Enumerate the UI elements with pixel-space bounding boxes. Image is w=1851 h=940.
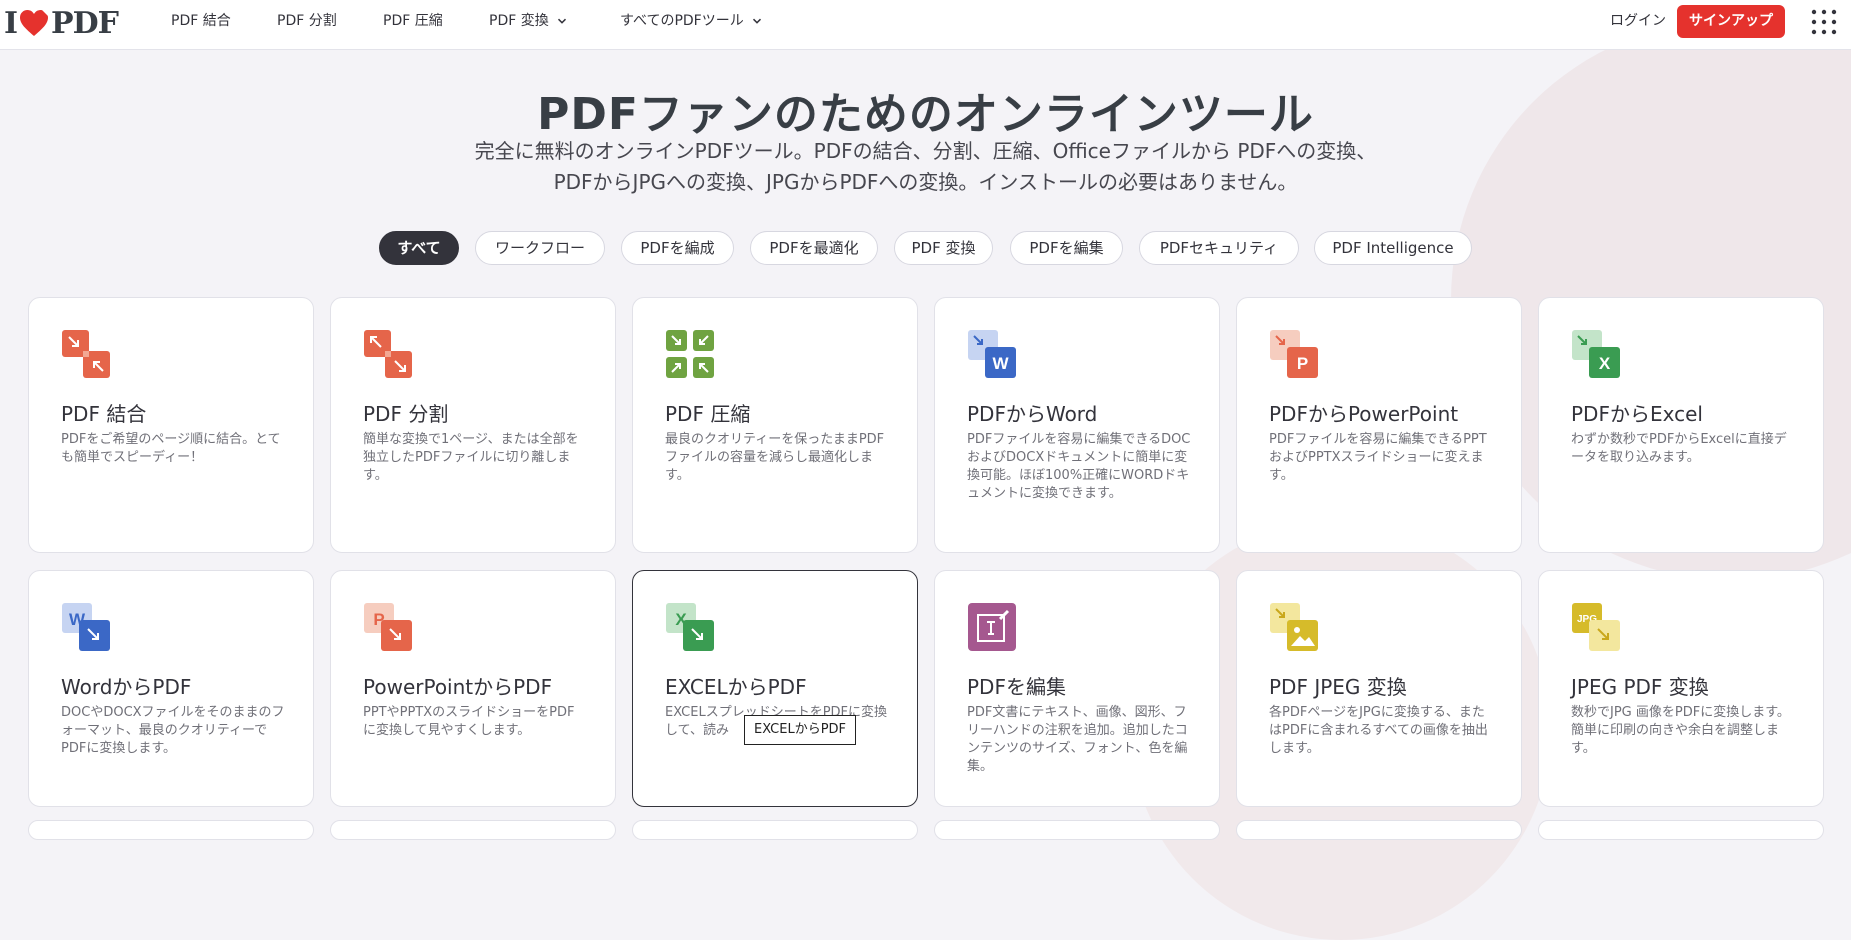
edit-pdf-icon [968, 603, 1016, 651]
nav-label: PDF 変換 [489, 13, 549, 29]
ilovepdf-logo[interactable]: I PDF [4, 5, 119, 41]
tool-title: EXCELからPDF [665, 675, 807, 699]
filter-edit-pdf[interactable]: PDFを編集 [1010, 231, 1123, 265]
logo-letter-i: I [4, 5, 18, 41]
nav-convert-pdf[interactable]: PDF 変換 [489, 0, 567, 42]
filter-pdf-security[interactable]: PDFセキュリティ [1139, 231, 1299, 265]
merge-pdf-icon [62, 330, 110, 378]
tool-card-jpg-to-pdf[interactable]: JPG JPEG PDF 変換 数秒でJPG 画像をPDFに変換します。簡単に印… [1538, 570, 1824, 807]
excel-letter: X [1599, 354, 1611, 373]
pdf-to-excel-icon: X [1572, 330, 1620, 378]
filter-organize-pdf[interactable]: PDFを編成 [621, 231, 734, 265]
tool-card-pdf-to-word[interactable]: W PDFからWord PDFファイルを容易に編集できるDOCおよびDOCXドキ… [934, 297, 1220, 553]
chevron-down-icon [557, 18, 566, 24]
filter-pdf-intelligence[interactable]: PDF Intelligence [1314, 231, 1472, 265]
nav-label: PDF 圧縮 [383, 13, 443, 29]
apps-grid-icon[interactable] [1810, 8, 1838, 36]
tool-description: わずか数秒でPDFからExcelに直接データを取り込みます。 [1571, 432, 1787, 465]
tool-title: PDFからWord [967, 402, 1098, 426]
ppt-letter: P [1297, 354, 1308, 373]
logo-text-pdf: PDF [51, 5, 119, 41]
pdf-to-jpg-icon [1270, 603, 1318, 651]
tool-title: PDFを編集 [967, 675, 1066, 699]
tool-card-word-to-pdf[interactable]: W WordからPDF DOCやDOCXファイルをそのままのフォーマット、最良の… [28, 570, 314, 807]
nav-label: PDF 結合 [171, 13, 231, 29]
tool-card-compress-pdf[interactable]: PDF 圧縮 最良のクオリティーを保ったままPDFファイルの容量を減らし最適化し… [632, 297, 918, 553]
tool-card-peek[interactable] [28, 820, 314, 840]
heart-icon [20, 10, 49, 36]
nav-compress-pdf[interactable]: PDF 圧縮 [383, 0, 443, 42]
filter-all[interactable]: すべて [379, 231, 459, 265]
filter-workflow[interactable]: ワークフロー [475, 231, 605, 265]
powerpoint-to-pdf-icon: P [364, 603, 412, 651]
filter-optimize-pdf[interactable]: PDFを最適化 [750, 231, 878, 265]
subtitle-line-2: PDFからJPGへの変換、JPGからPDFへの変換。インストールの必要はありませ… [553, 170, 1298, 194]
tool-title: PDF JPEG 変換 [1269, 675, 1407, 699]
tool-card-peek[interactable] [330, 820, 616, 840]
tool-title: JPEG PDF 変換 [1571, 675, 1709, 699]
word-to-pdf-icon: W [62, 603, 110, 651]
tool-card-peek[interactable] [632, 820, 918, 840]
tool-card-pdf-to-powerpoint[interactable]: P PDFからPowerPoint PDFファイルを容易に編集できるPPTおよび… [1236, 297, 1522, 553]
tool-description: PDFファイルを容易に編集できるPPTおよびPPTXスライドショーに変えます。 [1269, 432, 1487, 483]
login-link[interactable]: ログイン [1610, 0, 1666, 42]
tool-card-peek[interactable] [1538, 820, 1824, 840]
tool-card-pdf-to-excel[interactable]: X PDFからExcel わずか数秒でPDFからExcelに直接データを取り込み… [1538, 297, 1824, 553]
split-pdf-icon [364, 330, 412, 378]
jpg-to-pdf-icon: JPG [1572, 603, 1620, 651]
page-subtitle: 完全に無料のオンラインPDFツール。PDFの結合、分割、圧縮、Officeファイ… [400, 136, 1451, 198]
hover-tooltip: EXCELからPDF [744, 715, 857, 745]
tool-card-peek[interactable] [934, 820, 1220, 840]
tool-title: WordからPDF [61, 675, 192, 699]
tool-description: PPTやPPTXのスライドショーをPDFに変換して見やすくします。 [363, 705, 575, 738]
pdf-to-word-icon: W [968, 330, 1016, 378]
excel-to-pdf-icon: X [666, 603, 714, 651]
tool-description: 数秒でJPG 画像をPDFに変換します。簡単に印刷の向きや余白を調整します。 [1571, 705, 1790, 756]
tool-description: 各PDFページをJPGに変換する、またはPDFに含まれるすべての画像を抽出します… [1269, 705, 1488, 756]
tool-description: PDFファイルを容易に編集できるDOCおよびDOCXドキュメントに簡単に変換可能… [967, 432, 1191, 501]
tool-card-peek[interactable] [1236, 820, 1522, 840]
tool-description: PDF文書にテキスト、画像、図形、フリーハンドの注釈を追加。追加したコンテンツの… [967, 705, 1188, 774]
chevron-down-icon [752, 18, 761, 24]
subtitle-line-1: 完全に無料のオンラインPDFツール。PDFの結合、分割、圧縮、Officeファイ… [474, 139, 1377, 163]
tool-description: PDFをご希望のページ順に結合。とても簡単でスピーディー！ [61, 432, 281, 465]
nav-merge-pdf[interactable]: PDF 結合 [171, 0, 231, 42]
tool-description: 簡単な変換で1ページ、または全部を独立したPDFファイルに切り離します。 [363, 432, 579, 483]
pdf-to-powerpoint-icon: P [1270, 330, 1318, 378]
tool-title: PowerPointからPDF [363, 675, 553, 699]
tool-card-split-pdf[interactable]: PDF 分割 簡単な変換で1ページ、または全部を独立したPDFファイルに切り離し… [330, 297, 616, 553]
tool-card-powerpoint-to-pdf[interactable]: P PowerPointからPDF PPTやPPTXのスライドショーをPDFに変… [330, 570, 616, 807]
tool-card-edit-pdf[interactable]: PDFを編集 PDF文書にテキスト、画像、図形、フリーハンドの注釈を追加。追加し… [934, 570, 1220, 807]
tool-title: PDFからPowerPoint [1269, 402, 1459, 426]
tool-card-merge-pdf[interactable]: PDF 結合 PDFをご希望のページ順に結合。とても簡単でスピーディー！ [28, 297, 314, 553]
tool-title: PDF 圧縮 [665, 402, 751, 426]
tool-card-excel-to-pdf[interactable]: X EXCELからPDF EXCELスプレッドシートをPDFに変換して、読み [632, 570, 918, 807]
compress-pdf-icon [666, 330, 714, 378]
top-header: I PDF PDF 結合 PDF 分割 PDF 圧縮 PDF 変換 すべてのPD… [0, 0, 1851, 50]
filter-convert-pdf[interactable]: PDF 変換 [894, 231, 993, 265]
tool-title: PDF 結合 [61, 402, 147, 426]
signup-button[interactable]: サインアップ [1677, 5, 1785, 38]
nav-label: PDF 分割 [277, 13, 337, 29]
nav-all-tools[interactable]: すべてのPDFツール [620, 0, 762, 42]
tool-title: PDF 分割 [363, 402, 449, 426]
page-title: PDFファンのためのオンラインツール [537, 89, 1314, 140]
tool-description: 最良のクオリティーを保ったままPDFファイルの容量を減らし最適化します。 [665, 432, 885, 483]
tool-title: PDFからExcel [1571, 402, 1703, 426]
tool-card-pdf-to-jpg[interactable]: PDF JPEG 変換 各PDFページをJPGに変換する、またはPDFに含まれる… [1236, 570, 1522, 807]
tool-description: DOCやDOCXファイルをそのままのフォーマット、最良のクオリティーでPDFに変… [61, 705, 285, 756]
word-letter: W [992, 354, 1009, 373]
nav-split-pdf[interactable]: PDF 分割 [277, 0, 337, 42]
nav-label: すべてのPDFツール [620, 13, 744, 29]
